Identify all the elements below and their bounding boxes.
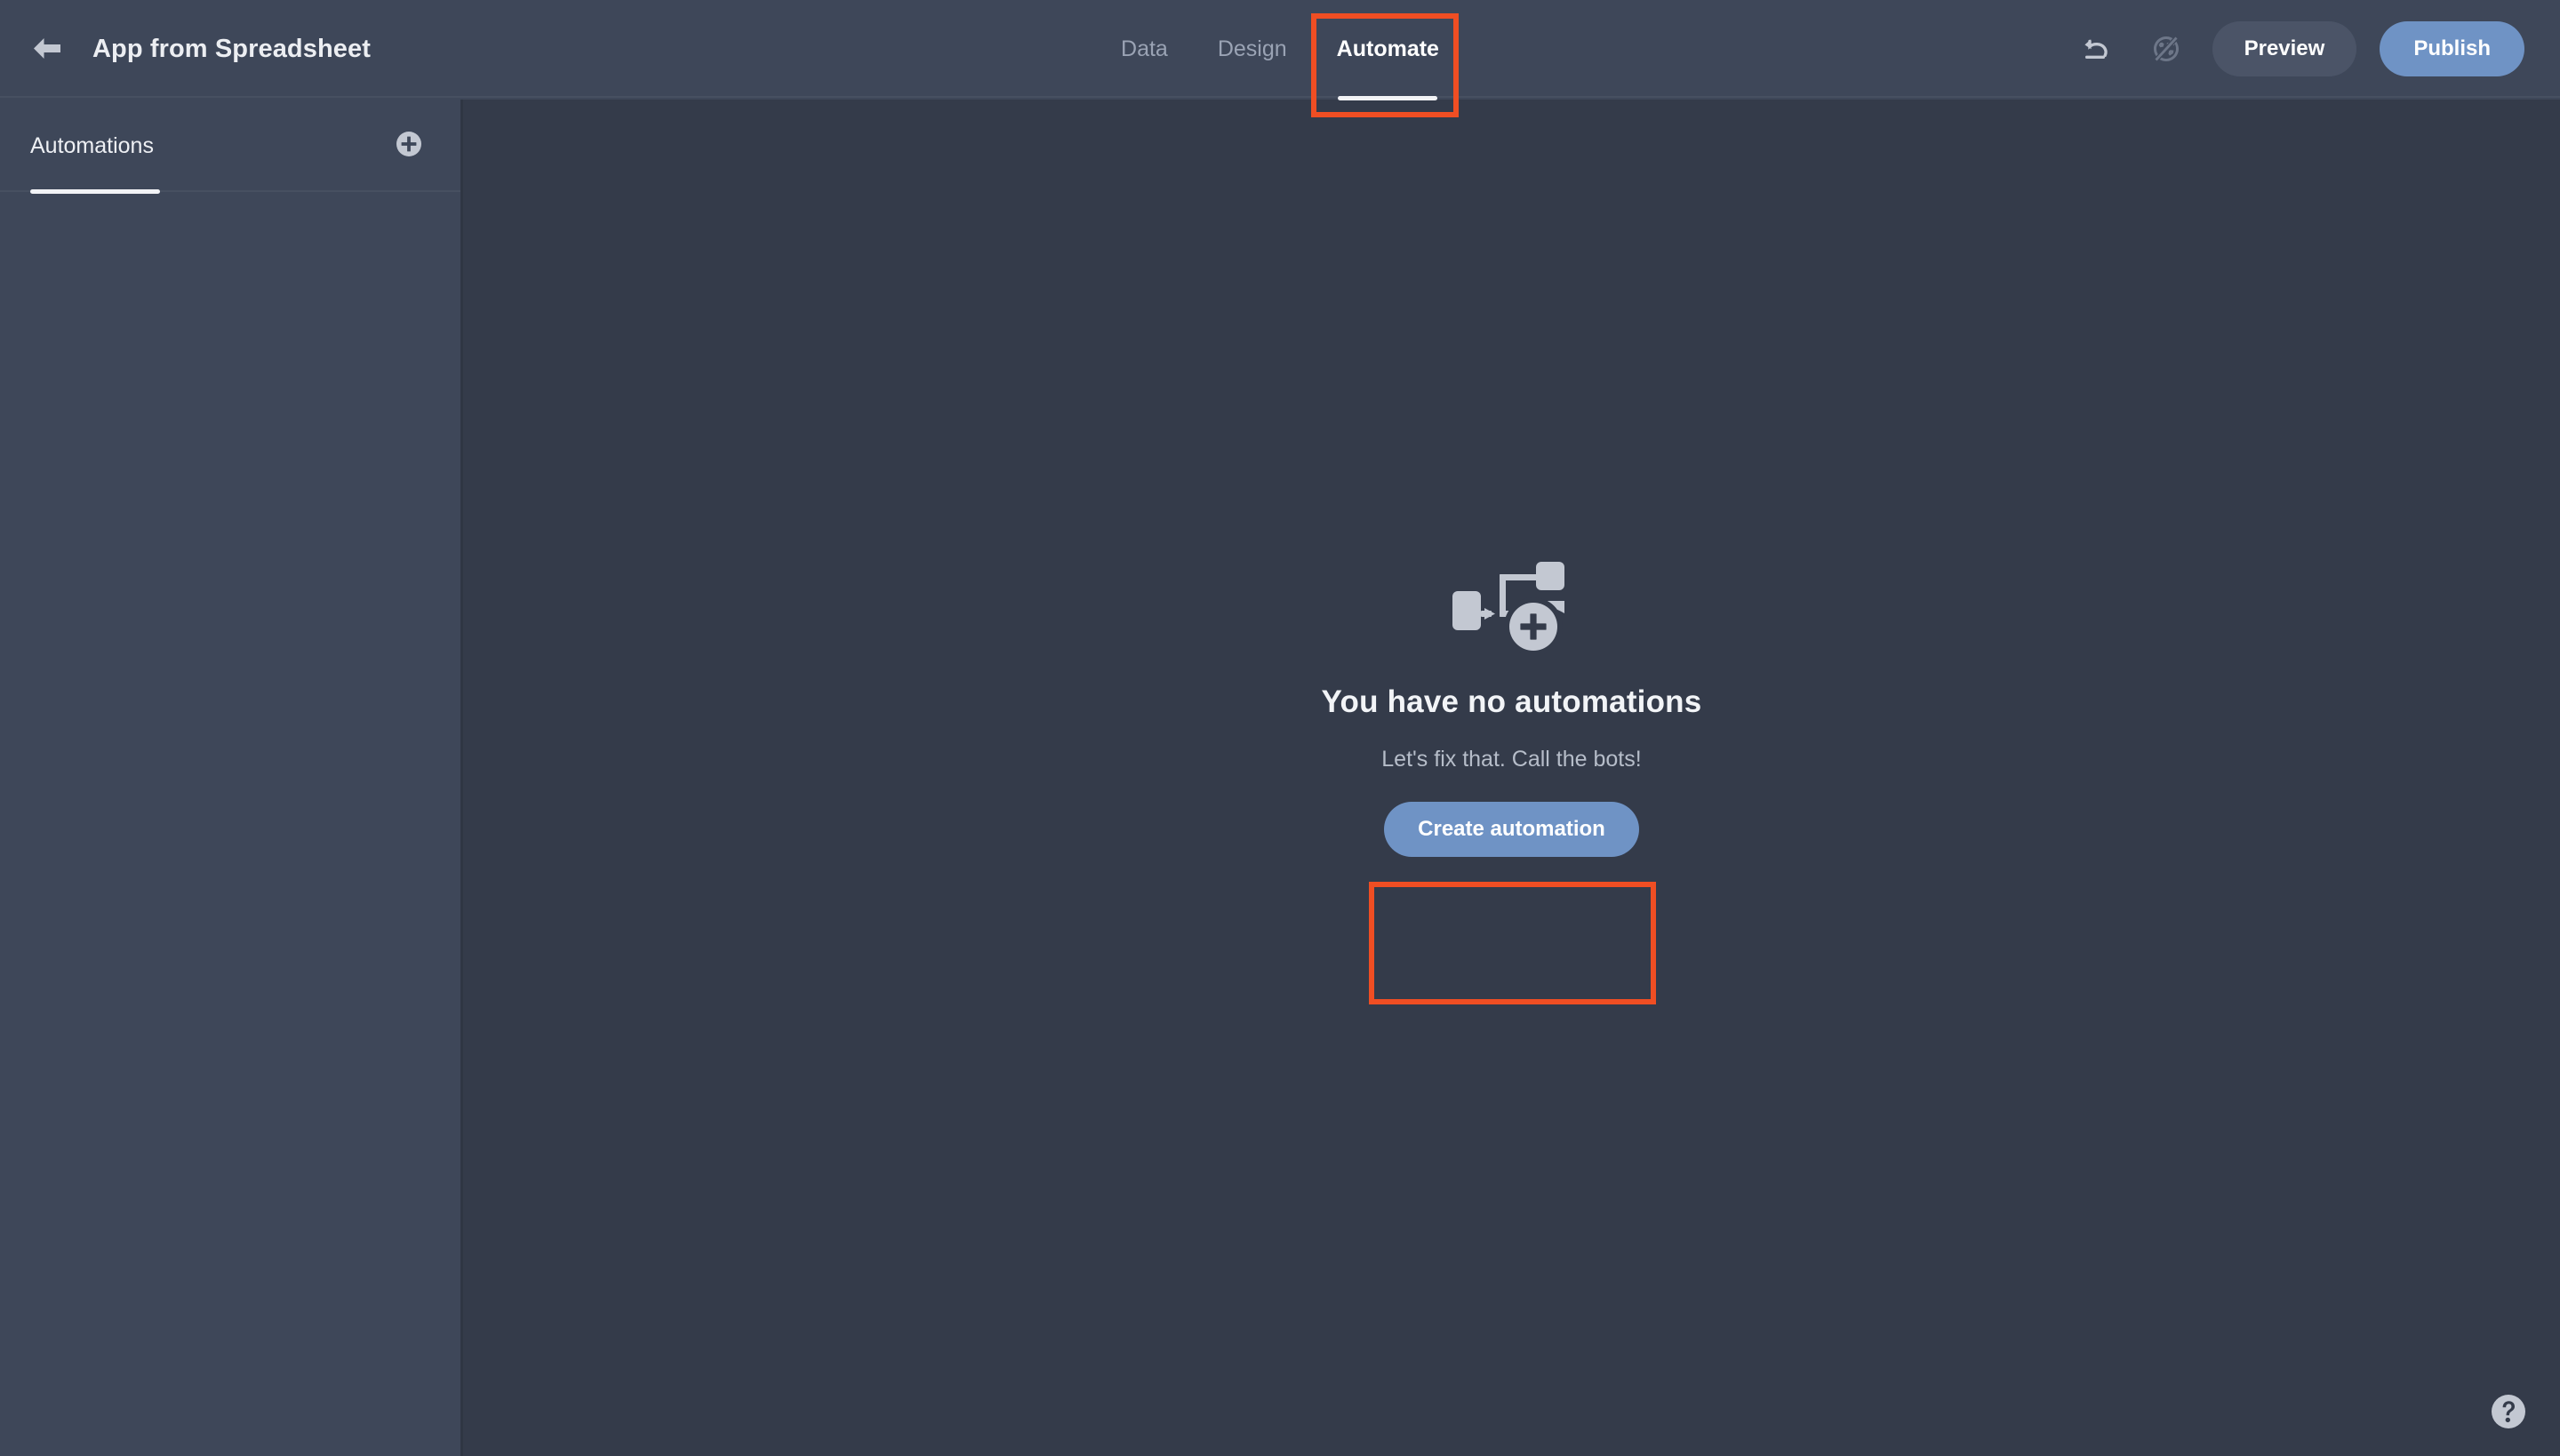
- automations-list[interactable]: [0, 192, 460, 1456]
- app-root: App from Spreadsheet Data Design Automat…: [0, 0, 2560, 1456]
- tab-automate[interactable]: Automate: [1312, 0, 1464, 98]
- tab-design-label: Design: [1217, 36, 1287, 61]
- preview-button[interactable]: Preview: [2212, 21, 2357, 76]
- body-row: Automations You have no automations Let'…: [0, 100, 2560, 1456]
- arrow-left-icon: [32, 36, 62, 62]
- header-tabs: Data Design Automate: [1096, 0, 1464, 98]
- top-header: App from Spreadsheet Data Design Automat…: [0, 0, 2560, 100]
- sidebar-header: Automations: [0, 100, 460, 194]
- sidebar-tab-automations[interactable]: Automations: [30, 100, 160, 194]
- header-left-group: App from Spreadsheet: [0, 25, 371, 73]
- header-right-group: Preview Publish: [2074, 21, 2560, 76]
- automation-flow-add-icon: [1449, 556, 1573, 654]
- undo-icon: [2082, 36, 2112, 62]
- unpublished-status-button[interactable]: [2143, 26, 2189, 72]
- automations-sidebar: Automations: [0, 100, 463, 1456]
- tab-automate-label: Automate: [1336, 36, 1439, 61]
- create-automation-button[interactable]: Create automation: [1384, 802, 1639, 857]
- empty-state-title: You have no automations: [1321, 684, 1702, 719]
- undo-button[interactable]: [2074, 26, 2120, 72]
- sidebar-tab-automations-label: Automations: [30, 132, 154, 158]
- page-title: App from Spreadsheet: [92, 34, 371, 63]
- globe-slash-icon: [2151, 34, 2181, 64]
- plus-circle-icon: [395, 130, 423, 163]
- back-button[interactable]: [23, 25, 71, 73]
- empty-state-subtitle: Let's fix that. Call the bots!: [1381, 747, 1642, 772]
- tab-design[interactable]: Design: [1193, 0, 1312, 98]
- help-circle-icon: [2489, 1392, 2528, 1431]
- add-automation-button[interactable]: [388, 124, 430, 167]
- help-button[interactable]: [2489, 1392, 2528, 1431]
- main-content: You have no automations Let's fix that. …: [463, 100, 2560, 1456]
- tab-data[interactable]: Data: [1096, 0, 1193, 98]
- empty-state: You have no automations Let's fix that. …: [1322, 556, 1702, 857]
- empty-state-illustration: [1449, 556, 1573, 654]
- publish-button[interactable]: Publish: [2380, 21, 2524, 76]
- tab-data-label: Data: [1121, 36, 1168, 61]
